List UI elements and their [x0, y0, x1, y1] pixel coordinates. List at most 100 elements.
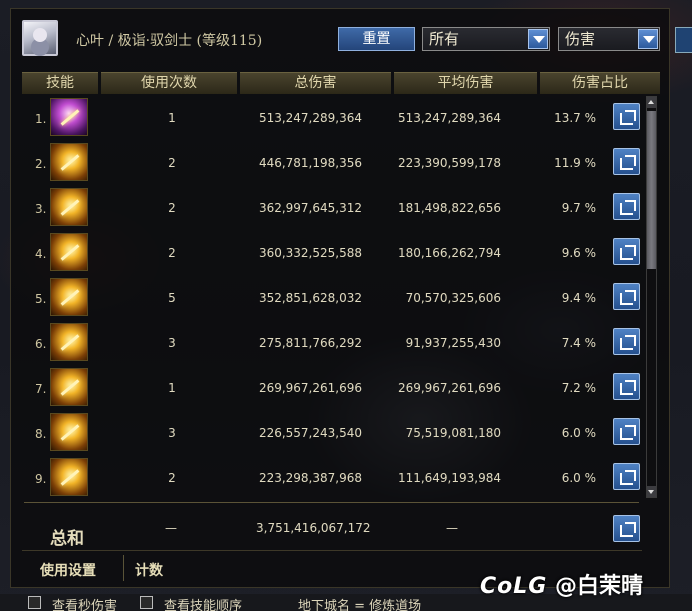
- character-info: 心叶 / 极诣·驭剑士 (等级115): [76, 33, 263, 49]
- row-index: 8.: [35, 427, 47, 441]
- reset-button[interactable]: 重置: [338, 27, 415, 51]
- colg-logo: CoLG: [480, 574, 548, 599]
- skill-icon[interactable]: [50, 143, 88, 181]
- skill-icon[interactable]: [50, 233, 88, 271]
- damage-share-cell: 11.9 %: [554, 156, 596, 170]
- table-row: 3. 2 362,997,645,312 181,498,822,656 9.7…: [22, 186, 642, 230]
- tab-usage-settings[interactable]: 使用设置: [40, 560, 96, 580]
- share-icon[interactable]: [613, 103, 640, 130]
- scroll-up-icon[interactable]: [647, 97, 656, 108]
- skill-icon[interactable]: [50, 278, 88, 316]
- share-icon[interactable]: [613, 515, 640, 542]
- row-index: 3.: [35, 202, 47, 216]
- total-damage-cell: 226,557,243,540: [258, 426, 362, 440]
- row-index: 9.: [35, 472, 47, 486]
- uses-cell: 2: [168, 201, 176, 215]
- chevron-down-icon: [528, 29, 548, 49]
- uses-cell: 3: [168, 336, 176, 350]
- share-icon[interactable]: [613, 148, 640, 175]
- avg-damage-cell: 513,247,289,364: [397, 111, 501, 125]
- share-icon[interactable]: [613, 283, 640, 310]
- table-row: 1. 1 513,247,289,364 513,247,289,364 13.…: [22, 96, 642, 140]
- skill-icon[interactable]: [50, 368, 88, 406]
- column-header-skill[interactable]: 技能: [22, 72, 98, 94]
- avg-damage-cell: 269,967,261,696: [397, 381, 501, 395]
- damage-share-cell: 9.7 %: [561, 201, 596, 215]
- table-header: 技能 使用次数 总伤害 平均伤害 伤害占比: [22, 72, 660, 94]
- uses-cell: 1: [168, 381, 176, 395]
- tab-count[interactable]: 计数: [135, 560, 163, 580]
- avg-damage-cell: 223,390,599,178: [397, 156, 501, 170]
- share-icon[interactable]: [613, 193, 640, 220]
- total-damage-cell: 360,332,525,588: [258, 246, 362, 260]
- row-index: 7.: [35, 382, 47, 396]
- side-panel-edge: [675, 27, 692, 53]
- avg-damage-cell: 111,649,193,984: [397, 471, 501, 485]
- filter-select[interactable]: 所有: [422, 27, 550, 51]
- table-scrollbar[interactable]: [646, 96, 657, 498]
- skill-icon[interactable]: [50, 98, 88, 136]
- scroll-thumb[interactable]: [647, 111, 656, 269]
- damage-share-cell: 6.0 %: [561, 426, 596, 440]
- damage-share-cell: 13.7 %: [554, 111, 596, 125]
- share-icon[interactable]: [613, 373, 640, 400]
- dps-checkbox[interactable]: [28, 596, 41, 609]
- share-icon[interactable]: [613, 238, 640, 265]
- uses-cell: 2: [168, 471, 176, 485]
- skill-icon[interactable]: [50, 323, 88, 361]
- skill-order-checkbox[interactable]: [140, 596, 153, 609]
- total-damage-cell: 223,298,387,968: [258, 471, 362, 485]
- column-header-total[interactable]: 总伤害: [240, 72, 391, 94]
- skill-order-checkbox-label: 查看技能顺序: [164, 599, 243, 611]
- type-select[interactable]: 伤害: [558, 27, 660, 51]
- damage-share-cell: 6.0 %: [561, 471, 596, 485]
- uses-cell: 1: [168, 111, 176, 125]
- uses-cell: 2: [168, 246, 176, 260]
- share-icon[interactable]: [613, 328, 640, 355]
- row-index: 4.: [35, 247, 47, 261]
- total-damage-cell: 269,967,261,696: [258, 381, 362, 395]
- skill-icon[interactable]: [50, 458, 88, 496]
- total-damage-cell: 352,851,628,032: [258, 291, 362, 305]
- summary-divider: [24, 502, 639, 503]
- chevron-down-icon: [638, 29, 658, 49]
- type-select-value: 伤害: [565, 30, 596, 48]
- table-row: 6. 3 275,811,766,292 91,937,255,430 7.4 …: [22, 321, 642, 365]
- character-avatar: [22, 20, 58, 56]
- avg-damage-cell: 91,937,255,430: [405, 336, 501, 350]
- damage-share-cell: 9.6 %: [561, 246, 596, 260]
- total-damage-cell: 446,781,198,356: [258, 156, 362, 170]
- column-header-avg[interactable]: 平均伤害: [394, 72, 537, 94]
- damage-share-cell: 9.4 %: [561, 291, 596, 305]
- column-header-uses[interactable]: 使用次数: [101, 72, 237, 94]
- uses-cell: 5: [168, 291, 176, 305]
- watermark: CoLG @白茉晴: [480, 568, 643, 600]
- tab-separator: [123, 555, 124, 581]
- row-index: 1.: [35, 112, 47, 126]
- skill-icon[interactable]: [50, 188, 88, 226]
- row-index: 5.: [35, 292, 47, 306]
- share-icon[interactable]: [613, 463, 640, 490]
- total-damage-cell: 275,811,766,292: [258, 336, 362, 350]
- avg-damage-cell: 75,519,081,180: [405, 426, 501, 440]
- table-row: 8. 3 226,557,243,540 75,519,081,180 6.0 …: [22, 411, 642, 455]
- table-row: 2. 2 446,781,198,356 223,390,599,178 11.…: [22, 141, 642, 185]
- dps-checkbox-label: 查看秒伤害: [52, 599, 118, 611]
- total-damage-cell: 362,997,645,312: [258, 201, 362, 215]
- share-icon[interactable]: [613, 418, 640, 445]
- avg-damage-cell: 180,166,262,794: [397, 246, 501, 260]
- skill-icon[interactable]: [50, 413, 88, 451]
- row-index: 6.: [35, 337, 47, 351]
- uses-cell: 2: [168, 156, 176, 170]
- summary-label: 总和: [50, 529, 84, 549]
- table-row: 9. 2 223,298,387,968 111,649,193,984 6.0…: [22, 456, 642, 500]
- table-row: 4. 2 360,332,525,588 180,166,262,794 9.6…: [22, 231, 642, 275]
- damage-share-cell: 7.2 %: [561, 381, 596, 395]
- table-row: 5. 5 352,851,628,032 70,570,325,606 9.4 …: [22, 276, 642, 320]
- dungeon-name: 地下城名 = 修炼道场: [298, 599, 422, 611]
- summary-total: 3,751,416,067,172: [256, 521, 371, 535]
- watermark-handle: @白茉晴: [555, 574, 644, 599]
- column-header-pct[interactable]: 伤害占比: [540, 72, 660, 94]
- row-index: 2.: [35, 157, 47, 171]
- scroll-down-icon[interactable]: [647, 486, 656, 497]
